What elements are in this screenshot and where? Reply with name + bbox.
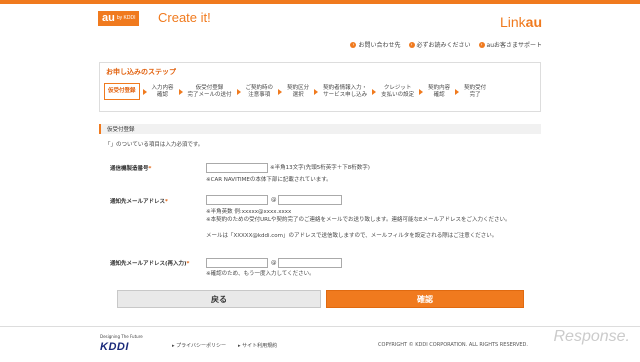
privacy-policy-link[interactable]: ▸ プライバシーポリシー (172, 342, 226, 349)
support-link[interactable]: › auお客さまサポート (478, 40, 542, 49)
required-mark: * (165, 199, 168, 205)
tagline: Create it! (158, 10, 211, 25)
step-notes: ご契約時の 注意事項 (245, 84, 274, 98)
email-format-hint: ※半角英数 例:xxxxx@xxxx.xxxx (206, 209, 292, 215)
kddi-logo[interactable]: KDDI (100, 341, 129, 353)
terms-link[interactable]: ▸ サイト利用規約 (238, 342, 277, 349)
step-contractor-info: 契約者情報入力・ サービス申し込み (323, 84, 368, 98)
contact-link-label: お問い合わせ先 (358, 42, 401, 49)
site-header: au by KDDI Create it! Linkau (0, 4, 640, 34)
step-arrow-icon (178, 88, 183, 95)
required-note: 「」のついている項目は入力必須です。 (105, 142, 204, 148)
circle-arrow-icon: › (408, 41, 415, 48)
email-confirm-local-input[interactable] (206, 258, 268, 268)
au-logo-subtext: by KDDI (116, 15, 136, 21)
privacy-policy-link-label: プライバシーポリシー (176, 343, 227, 349)
header-links: › お問い合わせ先 › 必ずお読みください › auお客さまサポート (350, 40, 542, 49)
link-au-suffix: au (525, 14, 542, 30)
back-button[interactable]: 戻る (117, 290, 321, 308)
email-confirm-label: 通知先メールアドレス(再入力)* (110, 259, 189, 267)
email-local-input[interactable] (206, 195, 268, 205)
step-confirm-input: 入力内容 確認 (151, 84, 174, 98)
required-mark: * (148, 166, 152, 172)
email-purpose-hint: ※本契約のための受付URLや契約完了のご連絡をメールでお送り致します。連絡可能な… (206, 217, 511, 223)
email-label-text: 通知先メールアドレス (110, 199, 166, 205)
email-confirm-domain-input[interactable] (278, 258, 342, 268)
device-serial-label: 通信機製造番号* (110, 164, 151, 172)
footer-divider (0, 326, 640, 327)
email-filter-hint: メールは「XXXXX@kddi.com」のアドレスで送信致しますので、メールフィ… (206, 233, 498, 239)
device-serial-label-text: 通信機製造番号 (110, 166, 149, 172)
step-arrow-icon (236, 88, 241, 95)
footer-links: ▸ プライバシーポリシー ▸ サイト利用規約 (172, 342, 277, 349)
step-arrow-icon (455, 88, 460, 95)
confirm-button[interactable]: 確認 (326, 290, 524, 308)
application-steps: お申し込みのステップ 仮受付登録 入力内容 確認 仮受付登録 完了メールの送付 … (99, 62, 541, 112)
at-sign: @ (271, 260, 277, 266)
response-watermark: Response. (553, 328, 631, 345)
email-domain-input[interactable] (278, 195, 342, 205)
at-sign: @ (271, 197, 277, 203)
terms-link-label: サイト利用規約 (242, 343, 278, 349)
au-logo-text: au (102, 12, 115, 24)
au-logo[interactable]: au by KDDI (98, 11, 140, 26)
step-contract-type: 契約区分 選択 (287, 84, 310, 98)
contact-link[interactable]: › お問い合わせ先 (350, 40, 401, 49)
step-credit-setup: クレジット 支払いの設定 (381, 84, 415, 98)
step-complete: 契約受付 完了 (464, 84, 487, 98)
must-read-link[interactable]: › 必ずお読みください (408, 40, 471, 49)
email-confirm-label-text: 通知先メールアドレス(再入力) (110, 261, 187, 267)
circle-arrow-icon: › (478, 41, 485, 48)
device-serial-input[interactable] (206, 163, 268, 173)
step-arrow-icon (314, 88, 319, 95)
device-serial-hint: ※半角13文字(先頭5桁英字＋下8桁数字) (270, 165, 370, 171)
step-confirm-contract: 契約内容 確認 (428, 84, 451, 98)
steps-title: お申し込みのステップ (106, 68, 176, 76)
step-arrow-icon (278, 88, 283, 95)
step-provisional-registration: 仮受付登録 (104, 83, 140, 100)
support-link-label: auお客さまサポート (486, 42, 542, 49)
step-arrow-icon (142, 88, 147, 95)
email-confirm-hint: ※確認のため、もう一度入力してください。 (206, 271, 315, 277)
device-serial-location-hint: ※CAR NAVITIMEの本体下部に記載されています。 (206, 177, 332, 183)
steps-list: 仮受付登録 入力内容 確認 仮受付登録 完了メールの送付 ご契約時の 注意事項 … (104, 83, 488, 100)
step-send-mail: 仮受付登録 完了メールの送付 (187, 84, 232, 98)
must-read-link-label: 必ずお読みください (416, 42, 471, 49)
step-arrow-icon (372, 88, 377, 95)
email-label: 通知先メールアドレス* (110, 197, 168, 205)
link-au-prefix: Link (499, 14, 526, 30)
circle-arrow-icon: › (350, 41, 357, 48)
link-au-logo[interactable]: Linkau (500, 14, 542, 30)
section-header: 仮受付登録 (99, 124, 541, 134)
step-arrow-icon (419, 88, 424, 95)
required-mark: * (186, 261, 190, 267)
copyright: COPYRIGHT © KDDI CORPORATION. ALL RIGHTS… (378, 342, 528, 348)
footer-slogan: Designing The Future (100, 334, 143, 339)
section-title: 仮受付登録 (107, 127, 135, 133)
